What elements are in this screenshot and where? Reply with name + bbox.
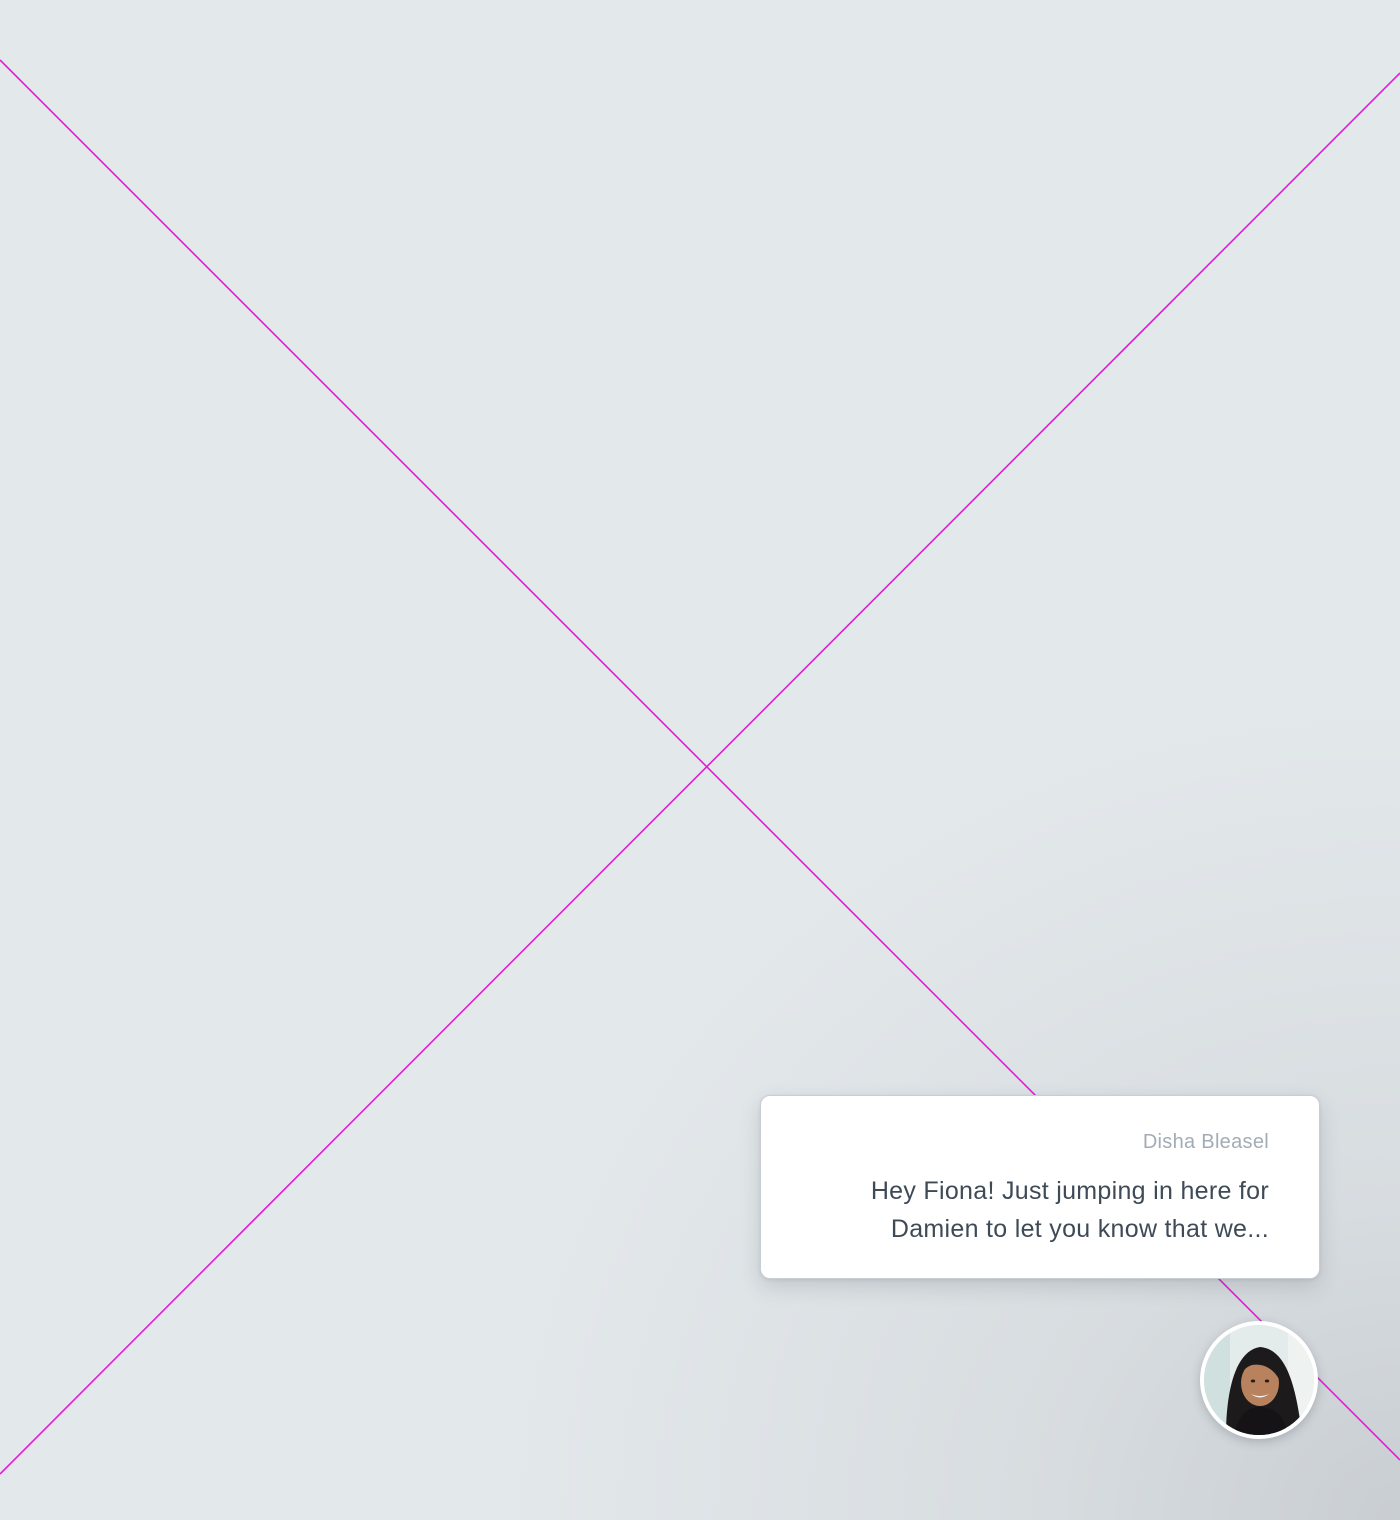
sender-name: Disha Bleasel xyxy=(1142,1131,1269,1153)
avatar[interactable] xyxy=(1200,1321,1318,1439)
person-photo-icon xyxy=(1204,1325,1314,1435)
message-preview: Hey Fiona! Just jumping in here for Dami… xyxy=(870,1177,1269,1243)
chat-message-popup[interactable]: Disha Bleasel Hey Fiona! Just jumping in… xyxy=(760,1095,1320,1279)
placeholder-cross-lines xyxy=(0,59,1400,1475)
